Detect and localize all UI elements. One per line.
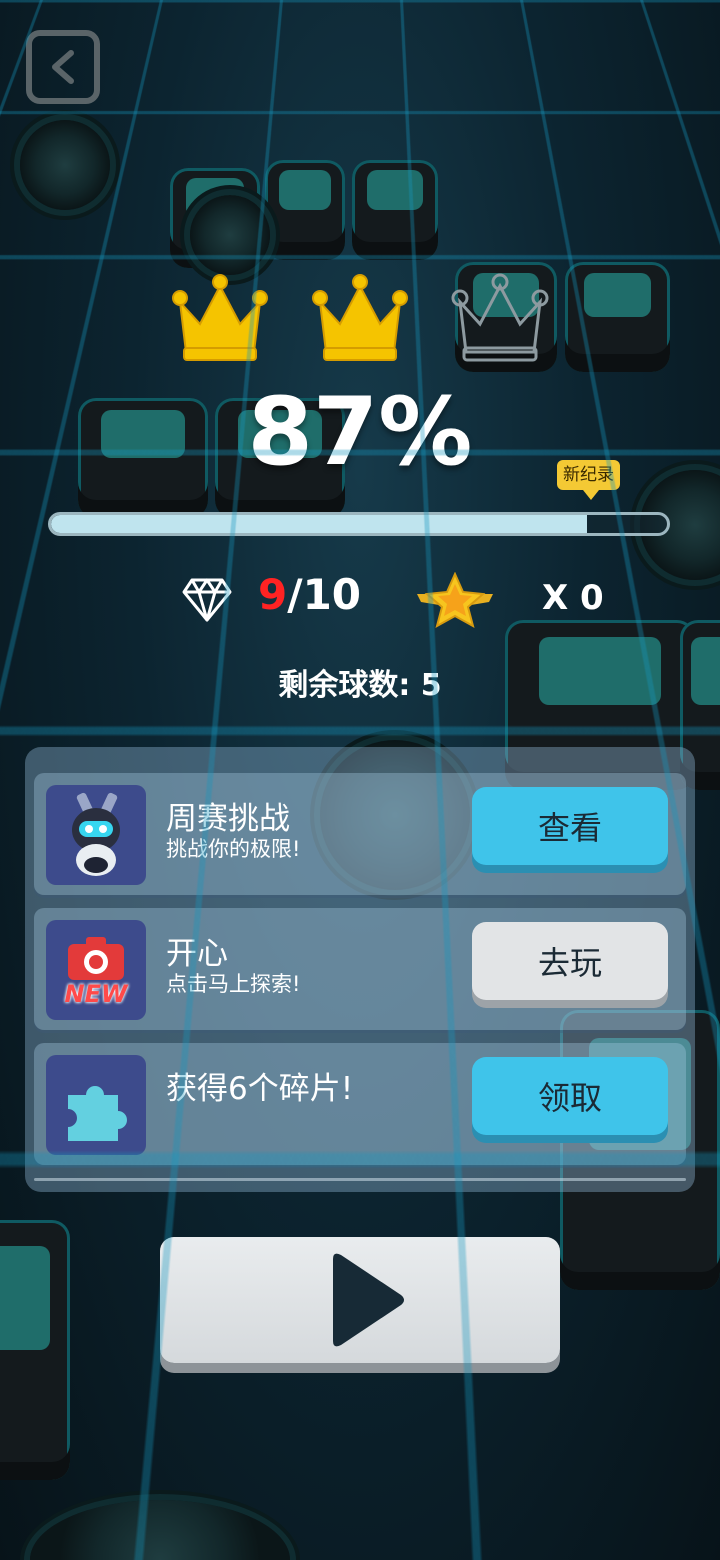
list-item-happy: NEW 开心 点击马上探索! 去玩	[34, 908, 686, 1030]
star-counter: X 0	[542, 578, 604, 618]
pillar-block	[352, 160, 438, 260]
panel-divider	[34, 1178, 686, 1181]
row-title: 周赛挑战	[166, 801, 290, 837]
pillar-block	[565, 262, 670, 372]
task-panel: 周赛挑战 挑战你的极限! 查看 NEW 开心 点击马上探索! 去玩 获得6个碎片…	[25, 747, 695, 1192]
balls-remaining: 剩余球数: 5	[278, 668, 442, 703]
play-icon	[333, 1253, 404, 1347]
planet-decoration	[20, 120, 110, 210]
progress-fill	[51, 515, 587, 533]
chevron-left-icon	[52, 50, 74, 84]
pillar-block	[0, 1220, 70, 1480]
gems-total: /10	[287, 570, 362, 619]
list-item-weekly-challenge: 周赛挑战 挑战你的极限! 查看	[34, 773, 686, 895]
robot-character-icon	[46, 785, 146, 885]
play-button[interactable]	[160, 1237, 560, 1363]
winged-star-icon	[417, 572, 493, 628]
new-camera-icon: NEW	[46, 920, 146, 1020]
crown-filled-icon	[172, 274, 268, 361]
back-button[interactable]	[26, 30, 100, 104]
diamond-icon	[182, 578, 232, 622]
claim-button[interactable]: 领取	[472, 1057, 668, 1135]
view-button[interactable]: 查看	[472, 787, 668, 865]
row-title: 获得6个碎片!	[166, 1071, 354, 1107]
crown-empty-icon	[451, 273, 549, 362]
gem-counter: 9/10	[258, 570, 361, 619]
pillar-block	[265, 160, 345, 260]
play-now-button[interactable]: 去玩	[472, 922, 668, 1000]
disc-obstacle	[190, 195, 270, 275]
list-item-fragments: 获得6个碎片! 领取	[34, 1043, 686, 1165]
gems-collected: 9	[258, 570, 288, 619]
new-record-badge: 新纪录	[557, 460, 620, 500]
row-subtitle: 点击马上探索!	[166, 972, 301, 996]
progress-bar	[48, 512, 670, 536]
row-subtitle: 挑战你的极限!	[166, 837, 301, 861]
puzzle-piece-icon	[46, 1055, 146, 1155]
row-title: 开心	[166, 936, 228, 972]
crown-filled-icon	[312, 274, 408, 361]
new-label: NEW	[64, 980, 128, 1008]
